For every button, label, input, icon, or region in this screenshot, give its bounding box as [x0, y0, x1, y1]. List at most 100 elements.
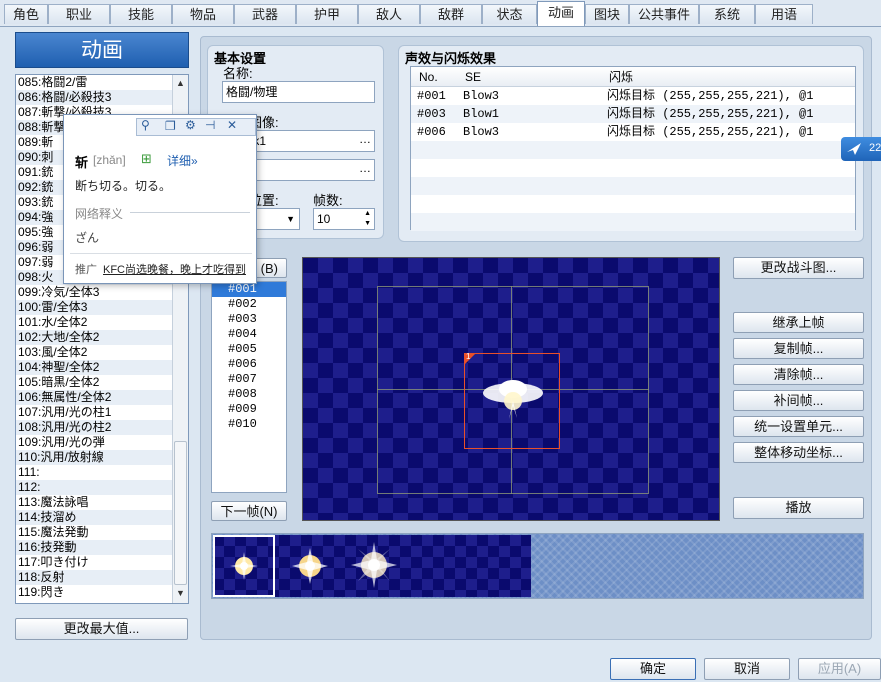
list-item[interactable]: 110:汎用/放射線	[16, 450, 188, 465]
list-item[interactable]: 102:大地/全体2	[16, 330, 188, 345]
change-max-button[interactable]: 更改最大值...	[15, 618, 188, 640]
table-row-empty[interactable]	[411, 195, 855, 213]
list-item[interactable]: 103:風/全体2	[16, 345, 188, 360]
pattern-sprite-small[interactable]	[228, 550, 260, 582]
list-item[interactable]: 113:魔法詠唱	[16, 495, 188, 510]
tab-9[interactable]: 状态	[482, 4, 537, 24]
list-item[interactable]: 114:技溜め	[16, 510, 188, 525]
search-icon[interactable]: ⚲	[141, 118, 150, 132]
list-item[interactable]: 109:汎用/光の弾	[16, 435, 188, 450]
table-row-empty[interactable]	[411, 159, 855, 177]
tab-6[interactable]: 护甲	[296, 4, 358, 24]
list-item[interactable]: 101:水/全体2	[16, 315, 188, 330]
frame-item[interactable]: #007	[212, 372, 286, 387]
list-item[interactable]: 116:技発動	[16, 540, 188, 555]
animation-preview-canvas[interactable]: 1	[302, 257, 720, 521]
tab-3[interactable]: 技能	[110, 4, 172, 24]
list-item[interactable]: 085:格闘2/雷	[16, 75, 188, 90]
list-item[interactable]: 099:冷気/全体3	[16, 285, 188, 300]
floating-widget[interactable]: 22	[841, 137, 881, 161]
pin-icon[interactable]: ⊣	[205, 118, 215, 132]
tab-12[interactable]: 公共事件	[629, 4, 699, 24]
table-row-empty[interactable]	[411, 141, 855, 159]
list-item[interactable]: 086:格闘/必殺技3	[16, 90, 188, 105]
cell-flash: 闪烁目标 (255,255,255,221), @1	[607, 89, 814, 103]
tab-5[interactable]: 武器	[234, 4, 296, 24]
table-row-empty[interactable]	[411, 213, 855, 231]
scroll-up-arrow[interactable]: ▲	[176, 78, 185, 88]
list-item[interactable]: 106:無属性/全体2	[16, 390, 188, 405]
list-item[interactable]: 108:汎用/光の柱2	[16, 420, 188, 435]
list-item[interactable]: 117:叩き付け	[16, 555, 188, 570]
apply-button[interactable]: 应用(A)	[798, 658, 881, 680]
play-button[interactable]: 播放	[733, 497, 864, 519]
frame-item[interactable]: #010	[212, 417, 286, 432]
list-item[interactable]: 107:汎用/光の柱1	[16, 405, 188, 420]
ok-button[interactable]: 确定	[610, 658, 696, 680]
inherit-prev-button[interactable]: 继承上帧	[733, 312, 864, 333]
table-row[interactable]: #006 Blow3 闪烁目标 (255,255,255,221), @1	[411, 123, 855, 141]
pattern-sprite-large[interactable]	[350, 541, 398, 589]
frame-item[interactable]: #004	[212, 327, 286, 342]
se-flash-table[interactable]: No. SE 闪烁 #001 Blow3 闪烁目标 (255,255,255,221…	[410, 66, 856, 231]
ellipsis-icon[interactable]: …	[359, 129, 371, 149]
scroll-down-arrow[interactable]: ▼	[176, 588, 185, 598]
tab-4[interactable]: 物品	[172, 4, 234, 24]
tab-11[interactable]: 图块	[585, 4, 629, 24]
cell-se: Blow3	[463, 125, 500, 139]
tween-button[interactable]: 补间帧...	[733, 390, 864, 411]
frame-item[interactable]: #009	[212, 402, 286, 417]
frame-item[interactable]: #005	[212, 342, 286, 357]
frame-list[interactable]: #001 #002 #003 #004 #005 #006 #007 #008 #009 #010	[211, 281, 287, 493]
list-item[interactable]: 104:神聖/全体2	[16, 360, 188, 375]
copy-frame-button[interactable]: 复制帧...	[733, 338, 864, 359]
col-header-se[interactable]: SE	[465, 67, 481, 87]
frames-spinner[interactable]: 10 ▲ ▼	[313, 208, 375, 230]
tab-7[interactable]: 敌人	[358, 4, 420, 24]
tab-8[interactable]: 敌群	[420, 4, 482, 24]
gear-icon[interactable]: ⚙	[185, 118, 196, 132]
copy-icon[interactable]: ❐	[165, 119, 176, 133]
list-item[interactable]: 100:雷/全体3	[16, 300, 188, 315]
frame-item[interactable]: #008	[212, 387, 286, 402]
frame-item[interactable]: #006	[212, 357, 286, 372]
name-field[interactable]: 格闘/物理	[222, 81, 375, 103]
list-item[interactable]: 111:	[16, 465, 188, 480]
list-item[interactable]: 112:	[16, 480, 188, 495]
tab-10[interactable]: 动画	[537, 1, 585, 26]
list-item[interactable]: 115:魔法発動	[16, 525, 188, 540]
table-row-empty[interactable]	[411, 177, 855, 195]
list-item[interactable]: 119:閃き	[16, 585, 188, 600]
scroll-thumb[interactable]	[174, 441, 187, 585]
spinner-arrows-icon[interactable]: ▲ ▼	[364, 209, 371, 229]
popup-ad-divider	[70, 253, 252, 254]
popup-detail-link[interactable]: 详细»	[167, 152, 198, 169]
tab-13[interactable]: 系统	[699, 4, 755, 24]
ellipsis-icon[interactable]: …	[359, 158, 371, 178]
batch-set-button[interactable]: 统一设置单元...	[733, 416, 864, 437]
dictionary-popup[interactable]: ⚲ ❐ ⚙ ⊣ ✕ 斩 [zhǎn] ⊞ 详细» 断ち切る。切る。 网络释义 ざ…	[63, 114, 257, 284]
popup-ad-link[interactable]: KFC尚选晚餐，晚上才吃得到	[103, 261, 246, 277]
list-item[interactable]: 118:反射	[16, 570, 188, 585]
tab-2[interactable]: 职业	[48, 4, 110, 24]
tab-14[interactable]: 用语	[755, 4, 813, 24]
add-wordbook-icon[interactable]: ⊞	[141, 151, 152, 167]
cell-flash: 闪烁目标 (255,255,255,221), @1	[607, 125, 814, 139]
close-icon[interactable]: ✕	[227, 118, 237, 132]
move-all-button[interactable]: 整体移动坐标...	[733, 442, 864, 463]
list-item[interactable]: 105:暗黒/全体2	[16, 375, 188, 390]
change-battle-bg-button[interactable]: 更改战斗图...	[733, 257, 864, 279]
clear-frame-button[interactable]: 清除帧...	[733, 364, 864, 385]
frame-item[interactable]: #003	[212, 312, 286, 327]
pattern-sprite-medium[interactable]	[290, 546, 330, 586]
chevron-down-icon[interactable]: ▼	[286, 209, 295, 229]
col-header-flash[interactable]: 闪烁	[609, 67, 633, 87]
table-row[interactable]: #001 Blow3 闪烁目标 (255,255,255,221), @1	[411, 87, 855, 105]
cancel-button[interactable]: 取消	[704, 658, 790, 680]
frame-item[interactable]: #001	[212, 282, 286, 297]
col-header-no[interactable]: No.	[419, 67, 438, 87]
table-row[interactable]: #003 Blow1 闪烁目标 (255,255,255,221), @1	[411, 105, 855, 123]
frame-item[interactable]: #002	[212, 297, 286, 312]
tab-1[interactable]: 角色	[4, 4, 48, 24]
next-frame-button[interactable]: 下一帧(N)	[211, 501, 287, 521]
